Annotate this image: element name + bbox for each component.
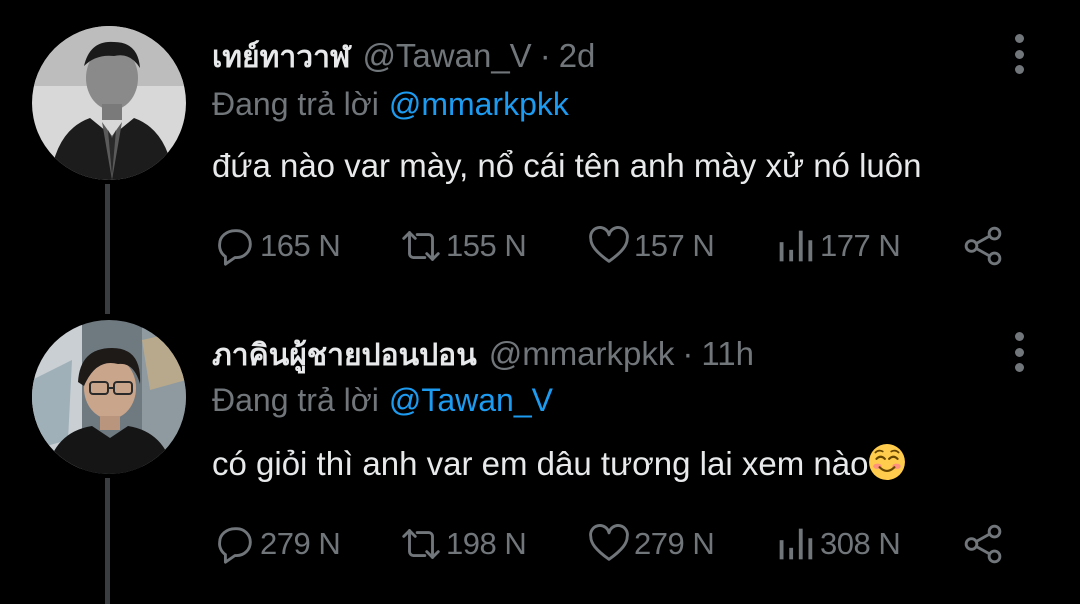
avatar[interactable] (32, 320, 186, 474)
timestamp[interactable]: 2d (559, 36, 596, 76)
views-count: 177 N (820, 228, 901, 263)
tweet-text: đứa nào var mày, nổ cái tên anh mày xử n… (212, 147, 922, 184)
thread-line (105, 478, 110, 604)
reply-icon (218, 229, 252, 266)
thread-line (105, 184, 110, 314)
display-name[interactable]: ภาคินผู้ชายปอนปอน (212, 336, 477, 376)
views-button[interactable]: 308 N (772, 520, 901, 568)
like-button[interactable]: 279 N (586, 520, 715, 568)
tweet[interactable]: เทย์ทาวาฬ @Tawan_V · 2d Đang trả lời @mma… (0, 0, 1080, 314)
retweet-button[interactable]: 155 N (398, 222, 527, 270)
retweet-icon (402, 231, 440, 261)
replying-to: Đang trả lời @mmarkpkk (212, 84, 569, 124)
user-handle[interactable]: @mmarkpkk (489, 334, 675, 374)
like-count: 157 N (634, 228, 715, 263)
tweet[interactable]: ภาคินผู้ชายปอนปอน @mmarkpkk · 11h Đang t… (0, 300, 1080, 604)
retweet-button[interactable]: 198 N (398, 520, 527, 568)
tweet-text: có giỏi thì anh var em dâu tương lai xem… (212, 445, 869, 482)
replying-to: Đang trả lời @Tawan_V (212, 380, 553, 420)
avatar-image (32, 26, 186, 180)
views-chart-icon (779, 230, 813, 262)
tweet-text-container: có giỏi thì anh var em dâu tương lai xem… (212, 443, 906, 485)
more-options-icon[interactable] (1014, 34, 1024, 74)
views-count: 308 N (820, 526, 901, 561)
like-count: 279 N (634, 526, 715, 561)
retweet-count: 155 N (446, 228, 527, 263)
display-name[interactable]: เทย์ทาวาฬ (212, 38, 350, 78)
replying-label: Đang trả lời (212, 382, 379, 418)
share-icon (964, 524, 1002, 564)
views-button[interactable]: 177 N (772, 222, 901, 270)
separator-dot: · (682, 335, 694, 372)
tweet-header: เทย์ทาวาฬ @Tawan_V · 2d (212, 36, 990, 78)
replying-mention-link[interactable]: @mmarkpkk (389, 86, 569, 122)
reply-icon (218, 527, 252, 564)
reply-count: 279 N (260, 526, 341, 561)
share-button[interactable] (960, 222, 1006, 270)
separator-dot: · (539, 37, 551, 74)
views-chart-icon (779, 528, 813, 560)
timestamp[interactable]: 11h (701, 334, 754, 374)
more-options-icon[interactable] (1014, 332, 1024, 372)
reply-button[interactable]: 279 N (212, 520, 341, 568)
heart-icon (589, 226, 629, 263)
smiling-face-emoji-icon (869, 444, 906, 480)
reply-button[interactable]: 165 N (212, 222, 341, 270)
action-bar: 165 N 155 N 157 N 177 N (212, 222, 1012, 270)
avatar[interactable] (32, 26, 186, 180)
avatar-image (32, 320, 186, 474)
action-bar: 279 N 198 N 279 N 308 N (212, 520, 1012, 568)
heart-icon (589, 524, 629, 561)
retweet-count: 198 N (446, 526, 527, 561)
replying-mention-link[interactable]: @Tawan_V (389, 382, 553, 418)
share-button[interactable] (960, 520, 1006, 568)
user-handle[interactable]: @Tawan_V (362, 36, 531, 76)
tweet-header: ภาคินผู้ชายปอนปอน @mmarkpkk · 11h (212, 334, 990, 376)
retweet-icon (402, 529, 440, 559)
replying-label: Đang trả lời (212, 86, 379, 122)
reply-count: 165 N (260, 228, 341, 263)
like-button[interactable]: 157 N (586, 222, 715, 270)
share-icon (964, 226, 1002, 266)
